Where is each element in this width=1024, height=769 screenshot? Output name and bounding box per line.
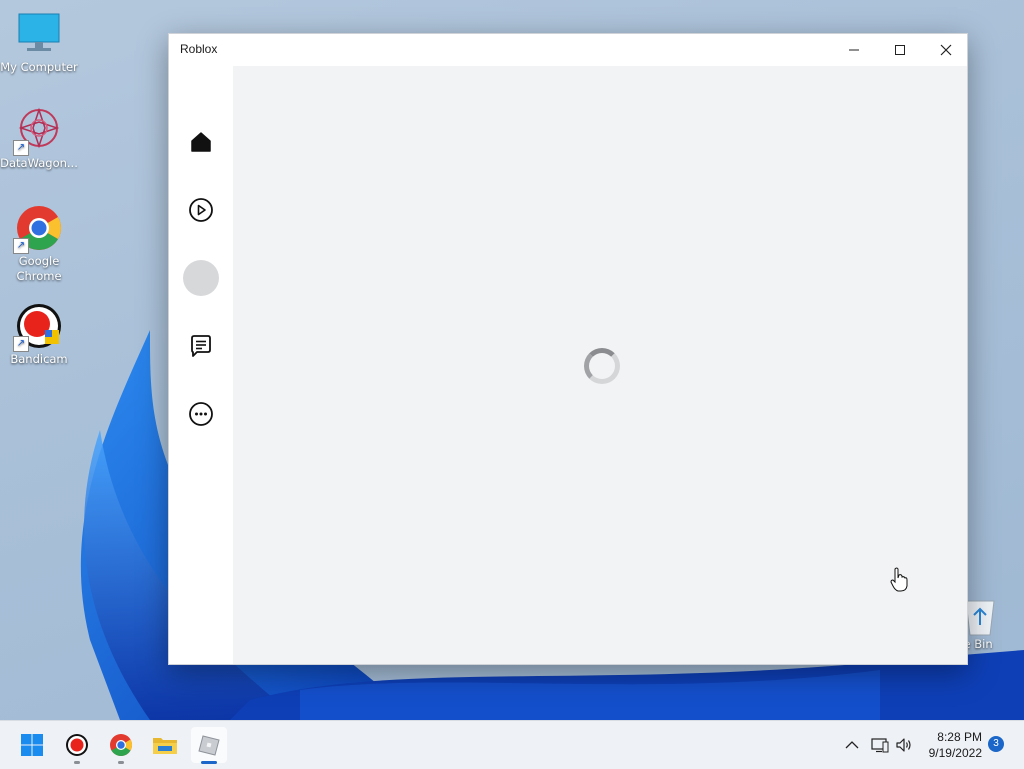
nav-more-button[interactable] bbox=[181, 394, 221, 434]
volume-button[interactable] bbox=[894, 735, 914, 755]
close-button[interactable] bbox=[923, 34, 969, 66]
file-explorer-icon bbox=[153, 738, 177, 754]
avatar bbox=[183, 260, 219, 296]
show-hidden-icons-button[interactable] bbox=[842, 735, 862, 755]
taskbar-clock[interactable]: 8:28 PM 9/19/2022 bbox=[918, 729, 982, 761]
desktop-icon-datawagon[interactable]: ↗ DataWagon... bbox=[0, 106, 78, 171]
notification-badge[interactable]: 3 bbox=[988, 736, 1004, 752]
bandicam-icon: ↗ bbox=[13, 302, 63, 352]
maximize-button[interactable] bbox=[877, 34, 923, 66]
chevron-up-icon bbox=[845, 741, 859, 749]
desktop-icon-my-computer[interactable]: My Computer bbox=[0, 10, 78, 75]
taskbar-bandicam-button[interactable] bbox=[59, 727, 95, 764]
play-circle-icon bbox=[189, 198, 213, 222]
chat-icon bbox=[191, 335, 211, 357]
nav-chat-button[interactable] bbox=[181, 326, 221, 366]
shortcut-arrow-icon: ↗ bbox=[13, 336, 29, 352]
roblox-icon bbox=[198, 735, 220, 756]
roblox-window: Roblox bbox=[168, 33, 968, 665]
window-title: Roblox bbox=[180, 42, 218, 56]
desktop-icon-label: My Computer bbox=[0, 60, 78, 74]
close-icon bbox=[940, 44, 952, 56]
active-indicator bbox=[201, 761, 217, 764]
clock-date: 9/19/2022 bbox=[928, 746, 982, 760]
running-indicator bbox=[118, 761, 124, 764]
desktop-icon-label: Bandicam bbox=[10, 352, 68, 366]
taskbar: 8:28 PM 9/19/2022 bbox=[0, 720, 1024, 769]
network-icon bbox=[871, 738, 889, 753]
network-button[interactable] bbox=[870, 735, 890, 755]
minimize-button[interactable] bbox=[831, 34, 877, 66]
monitor-icon bbox=[15, 10, 63, 58]
maximize-icon bbox=[895, 45, 905, 55]
desktop-icon-label: Google Chrome bbox=[16, 254, 62, 283]
home-icon bbox=[191, 132, 211, 152]
speaker-icon bbox=[896, 738, 911, 752]
start-button[interactable] bbox=[14, 727, 50, 763]
hand-cursor-icon bbox=[890, 567, 908, 592]
minimize-icon bbox=[849, 49, 859, 51]
running-indicator bbox=[74, 761, 80, 764]
taskbar-file-explorer-button[interactable] bbox=[147, 727, 183, 763]
shortcut-arrow-icon: ↗ bbox=[13, 238, 29, 254]
start-icon bbox=[21, 734, 43, 756]
desktop-icon-google-chrome[interactable]: ↗ Google Chrome bbox=[0, 204, 78, 284]
more-icon bbox=[189, 402, 213, 426]
chrome-icon bbox=[110, 734, 132, 756]
sidebar-nav bbox=[169, 66, 233, 664]
shortcut-arrow-icon: ↗ bbox=[13, 140, 29, 156]
desktop-icon-bandicam[interactable]: ↗ Bandicam bbox=[0, 302, 78, 367]
desktop-icon-label: DataWagon... bbox=[0, 156, 78, 170]
clock-time: 8:28 PM bbox=[937, 730, 982, 744]
taskbar-roblox-button[interactable] bbox=[191, 727, 227, 764]
bandicam-icon bbox=[66, 734, 88, 756]
nav-home-button[interactable] bbox=[181, 122, 221, 162]
nav-avatar-button[interactable] bbox=[181, 258, 221, 298]
chrome-icon: ↗ bbox=[13, 204, 63, 254]
loading-spinner bbox=[584, 348, 620, 384]
nav-play-button[interactable] bbox=[181, 190, 221, 230]
taskbar-chrome-button[interactable] bbox=[103, 727, 139, 764]
datawagon-icon: ↗ bbox=[13, 106, 63, 156]
title-bar[interactable]: Roblox bbox=[169, 34, 967, 66]
